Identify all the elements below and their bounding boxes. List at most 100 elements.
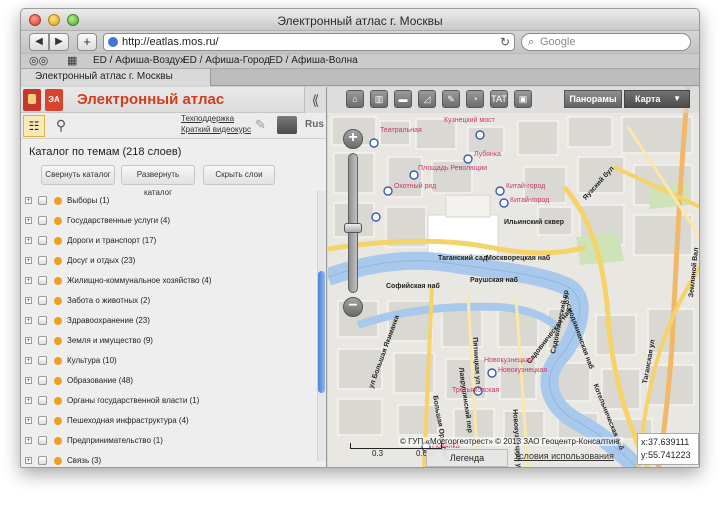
expand-plus-icon[interactable]: + bbox=[25, 277, 32, 284]
layer-row[interactable]: + Государственные услуги (4) bbox=[21, 213, 317, 229]
expand-plus-icon[interactable]: + bbox=[25, 417, 32, 424]
video-course-link[interactable]: Краткий видеокурс bbox=[181, 125, 251, 134]
bookmark-vozduh[interactable]: ED / Афиша-Воздух bbox=[93, 55, 185, 66]
layer-row[interactable]: + Культура (10) bbox=[21, 353, 317, 369]
forward-button[interactable]: ▶ bbox=[49, 33, 69, 51]
layer-row[interactable]: + Здравоохранение (23) bbox=[21, 313, 317, 329]
expand-plus-icon[interactable]: + bbox=[25, 237, 32, 244]
expand-plus-icon[interactable]: + bbox=[25, 257, 32, 264]
expand-plus-icon[interactable]: + bbox=[25, 197, 32, 204]
expand-plus-icon[interactable]: + bbox=[25, 337, 32, 344]
expand-plus-icon[interactable]: + bbox=[25, 437, 32, 444]
browser-toolbar: ◀ ▶ + http://eatlas.mos.ru/ ↻ ⌕ Google bbox=[21, 31, 699, 53]
layer-checkbox[interactable] bbox=[38, 356, 47, 365]
layer-row[interactable]: + Дороги и транспорт (17) bbox=[21, 233, 317, 249]
search-input[interactable]: ⌕ Google bbox=[521, 33, 691, 51]
expand-plus-icon[interactable]: + bbox=[25, 457, 32, 464]
metro-label: Новокузнецкая bbox=[484, 357, 533, 364]
printer-icon[interactable] bbox=[277, 116, 297, 134]
layer-checkbox[interactable] bbox=[38, 376, 47, 385]
layer-dot-icon bbox=[54, 357, 62, 365]
expand-plus-icon[interactable]: + bbox=[25, 317, 32, 324]
layer-checkbox[interactable] bbox=[38, 216, 47, 225]
home-icon[interactable]: ⌂ bbox=[346, 90, 364, 108]
bookmark-gorod[interactable]: ED / Афиша-Город bbox=[183, 55, 270, 66]
layer-dot-icon bbox=[54, 457, 62, 465]
layer-checkbox[interactable] bbox=[38, 436, 47, 445]
tat-icon[interactable]: TAT bbox=[490, 90, 508, 108]
scrollbar-thumb[interactable] bbox=[318, 271, 325, 393]
layer-checkbox[interactable] bbox=[38, 416, 47, 425]
expand-plus-icon[interactable]: + bbox=[25, 357, 32, 364]
expand-plus-icon[interactable]: + bbox=[25, 217, 32, 224]
clock-icon[interactable]: ◔ bbox=[466, 90, 484, 108]
coordinates-readout: x:37.639111 y:55.741223 bbox=[637, 433, 699, 465]
layer-row[interactable]: + Забота о животных (2) bbox=[21, 293, 317, 309]
layer-name: Государственные услуги (4) bbox=[67, 216, 171, 225]
language-toggle[interactable]: Rus bbox=[305, 119, 324, 130]
layer-row[interactable]: + Досуг и отдых (23) bbox=[21, 253, 317, 269]
layer-name: Связь (3) bbox=[67, 456, 102, 465]
legend-button[interactable]: Легенда bbox=[426, 449, 508, 467]
pen-icon[interactable]: ✎ bbox=[442, 90, 460, 108]
map-type-select[interactable]: Карта ▼ bbox=[624, 90, 690, 108]
title-bar: Электронный атлас г. Москвы bbox=[21, 9, 699, 31]
expand-plus-icon[interactable]: + bbox=[25, 397, 32, 404]
layer-checkbox[interactable] bbox=[38, 336, 47, 345]
metro-label: Театральная bbox=[380, 127, 422, 134]
layer-checkbox[interactable] bbox=[38, 456, 47, 465]
layer-row[interactable]: + Пешеходная инфраструктура (4) bbox=[21, 413, 317, 429]
collapse-catalog-button[interactable]: Свернуть каталог bbox=[41, 165, 115, 185]
layer-name: Жилищно-коммунальное хозяйство (4) bbox=[67, 276, 212, 285]
expand-plus-icon[interactable]: + bbox=[25, 377, 32, 384]
expand-catalog-button[interactable]: Развернуть каталог bbox=[121, 165, 195, 197]
ruler-icon[interactable]: ▬ bbox=[394, 90, 412, 108]
search-placeholder: Google bbox=[540, 36, 576, 48]
layer-checkbox[interactable] bbox=[38, 256, 47, 265]
area-icon[interactable]: ◿ bbox=[418, 90, 436, 108]
tab-eatlas[interactable]: Электронный атлас г. Москвы bbox=[21, 69, 211, 86]
layer-checkbox[interactable] bbox=[38, 196, 47, 205]
terms-link[interactable]: Условия использования bbox=[514, 451, 614, 461]
layer-row[interactable]: + Земля и имущество (9) bbox=[21, 333, 317, 349]
building-icon[interactable]: ▥ bbox=[370, 90, 388, 108]
hide-layers-button[interactable]: Скрыть слои bbox=[203, 165, 275, 185]
metro-label: Площадь Революции bbox=[418, 165, 488, 172]
reading-list-icon[interactable]: ◎◎ bbox=[29, 54, 48, 67]
layer-checkbox[interactable] bbox=[38, 276, 47, 285]
top-sites-icon[interactable]: ▦ bbox=[67, 54, 77, 67]
layer-row[interactable]: + Жилищно-коммунальное хозяйство (4) bbox=[21, 273, 317, 289]
support-link[interactable]: Техподдержка bbox=[181, 114, 234, 123]
layer-name: Досуг и отдых (23) bbox=[67, 256, 136, 265]
layer-row[interactable]: + Образование (48) bbox=[21, 373, 317, 389]
panoramas-button[interactable]: Панорамы bbox=[564, 90, 622, 108]
back-button[interactable]: ◀ bbox=[29, 33, 49, 51]
layer-row[interactable]: + Предпринимательство (1) bbox=[21, 433, 317, 449]
magnifier-icon[interactable]: ⚲ bbox=[51, 115, 71, 135]
zoom-in-button[interactable]: + bbox=[343, 129, 363, 149]
layer-row[interactable]: + Органы государственной власти (1) bbox=[21, 393, 317, 409]
catalog-tree-icon[interactable]: ☷ bbox=[23, 115, 45, 137]
site-title: Электронный атлас bbox=[77, 91, 225, 108]
address-bar[interactable]: http://eatlas.mos.ru/ ↻ bbox=[103, 33, 515, 51]
new-tab-button[interactable]: + bbox=[77, 33, 97, 51]
zoom-out-button[interactable]: − bbox=[343, 297, 363, 317]
expand-plus-icon[interactable]: + bbox=[25, 297, 32, 304]
site-header: ЭА Электронный атлас ⟪ bbox=[21, 87, 326, 113]
layers-icon[interactable]: ▣ bbox=[514, 90, 532, 108]
layer-checkbox[interactable] bbox=[38, 396, 47, 405]
pen-icon[interactable]: ✎ bbox=[255, 117, 266, 133]
address-text: http://eatlas.mos.ru/ bbox=[122, 36, 219, 48]
layer-row[interactable]: + Выборы (1) bbox=[21, 193, 317, 209]
layer-checkbox[interactable] bbox=[38, 316, 47, 325]
layer-checkbox[interactable] bbox=[38, 236, 47, 245]
map-view[interactable]: Москворецкая наб Раушская наб Софийская … bbox=[328, 87, 699, 467]
bookmark-volna[interactable]: ED / Афиша-Волна bbox=[269, 55, 358, 66]
reload-icon[interactable]: ↻ bbox=[500, 34, 510, 50]
zoom-slider-handle[interactable] bbox=[344, 223, 362, 233]
collapse-sidebar-button[interactable]: ⟪ bbox=[304, 87, 326, 113]
layer-row[interactable]: + Связь (3) bbox=[21, 453, 317, 467]
layer-checkbox[interactable] bbox=[38, 296, 47, 305]
layer-dot-icon bbox=[54, 277, 62, 285]
sidebar: ЭА Электронный атлас ⟪ ☷ ⚲ Техподдержка … bbox=[21, 87, 327, 467]
